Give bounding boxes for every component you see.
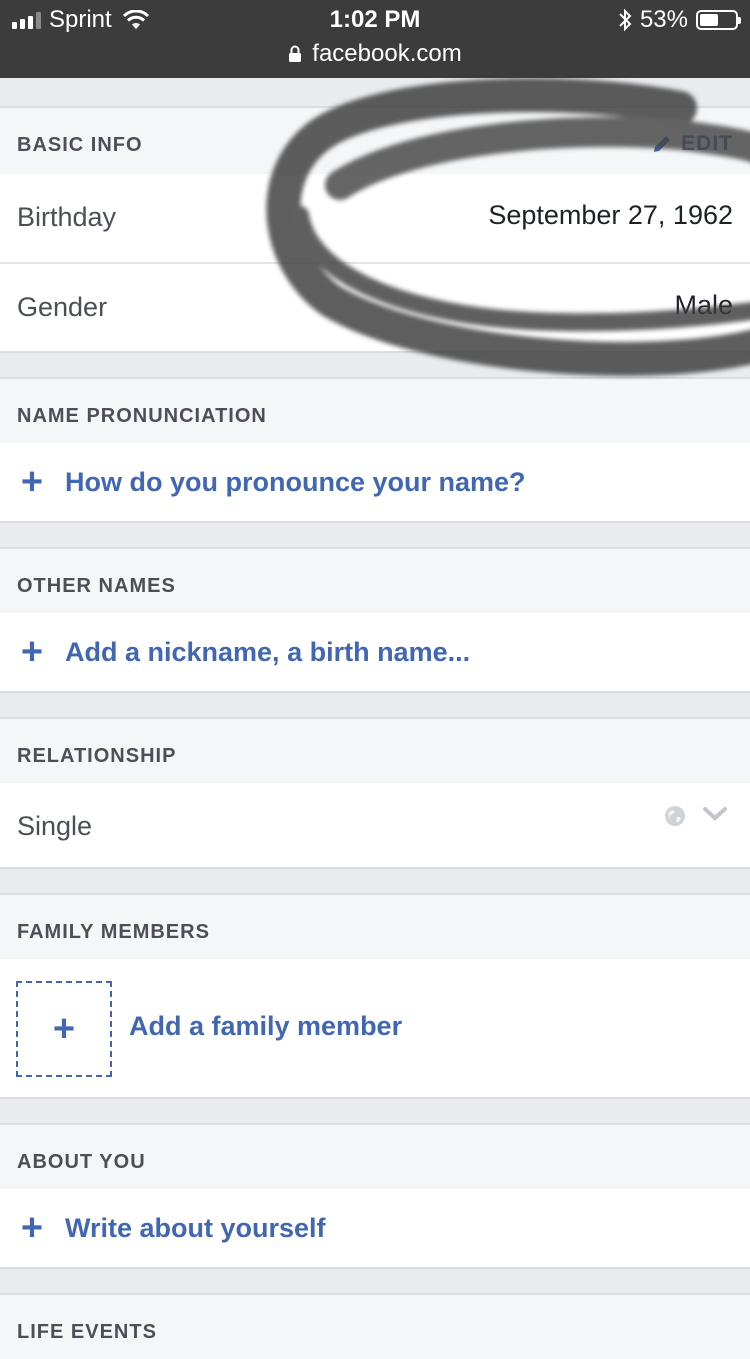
battery-percent: 53% <box>639 6 688 33</box>
relationship-status: Single <box>17 811 93 841</box>
section-title: BASIC INFO <box>17 134 143 156</box>
birthday-label: Birthday <box>17 202 117 232</box>
write-about-link[interactable]: + Write about yourself <box>17 1209 326 1247</box>
bluetooth-icon <box>619 8 632 32</box>
relationship-row[interactable]: Single <box>0 783 750 869</box>
edit-label: EDIT <box>681 132 733 155</box>
globe-icon[interactable] <box>663 804 687 828</box>
add-nickname-link[interactable]: + Add a nickname, a birth name... <box>17 633 470 671</box>
birthday-row: Birthday September 27, 1962 <box>0 174 750 264</box>
section-title: FAMILY MEMBERS <box>17 921 210 943</box>
name-pronunciation-header: NAME PRONUNCIATION <box>0 377 750 443</box>
url-text: facebook.com <box>312 40 462 67</box>
battery-area: 53% <box>618 6 741 34</box>
chevron-down-icon[interactable] <box>702 805 728 823</box>
life-events-header: LIFE EVENTS <box>0 1293 750 1359</box>
lock-icon <box>289 45 302 62</box>
name-pronunciation-row[interactable]: + How do you pronounce your name? <box>0 443 750 523</box>
about-you-header: ABOUT YOU <box>0 1123 750 1189</box>
plus-icon: + <box>20 461 44 503</box>
birthday-value: September 27, 1962 <box>488 200 733 230</box>
section-title: RELATIONSHIP <box>17 745 177 767</box>
other-names-row[interactable]: + Add a nickname, a birth name... <box>0 613 750 693</box>
section-title: ABOUT YOU <box>17 1151 146 1173</box>
gender-label: Gender <box>17 292 108 322</box>
battery-icon <box>696 10 741 30</box>
basic-info-header: BASIC INFO EDIT <box>0 106 750 174</box>
plus-icon: + <box>52 1008 76 1050</box>
about-you-row[interactable]: + Write about yourself <box>0 1189 750 1269</box>
add-family-label[interactable]: Add a family member <box>129 1011 402 1042</box>
status-bar: Sprint 1:02 PM 53% facebook.com <box>0 0 750 78</box>
plus-icon: + <box>20 1207 44 1249</box>
other-names-header: OTHER NAMES <box>0 547 750 613</box>
gender-value: Male <box>674 290 733 320</box>
section-title: OTHER NAMES <box>17 575 176 597</box>
plus-icon: + <box>20 631 44 673</box>
section-title: NAME PRONUNCIATION <box>17 405 267 427</box>
add-pronunciation-label: How do you pronounce your name? <box>65 466 526 497</box>
add-pronunciation-link[interactable]: + How do you pronounce your name? <box>17 463 526 501</box>
address-bar[interactable]: facebook.com <box>0 40 750 68</box>
add-nickname-label: Add a nickname, a birth name... <box>65 636 471 667</box>
edit-button[interactable]: EDIT <box>651 132 733 156</box>
write-about-label: Write about yourself <box>65 1212 326 1243</box>
pencil-icon <box>654 136 671 152</box>
family-members-row[interactable]: + Add a family member <box>0 959 750 1099</box>
family-members-header: FAMILY MEMBERS <box>0 893 750 959</box>
section-title: LIFE EVENTS <box>17 1321 157 1343</box>
relationship-header: RELATIONSHIP <box>0 717 750 783</box>
gender-row: Gender Male <box>0 264 750 353</box>
add-family-placeholder[interactable]: + <box>16 981 112 1077</box>
